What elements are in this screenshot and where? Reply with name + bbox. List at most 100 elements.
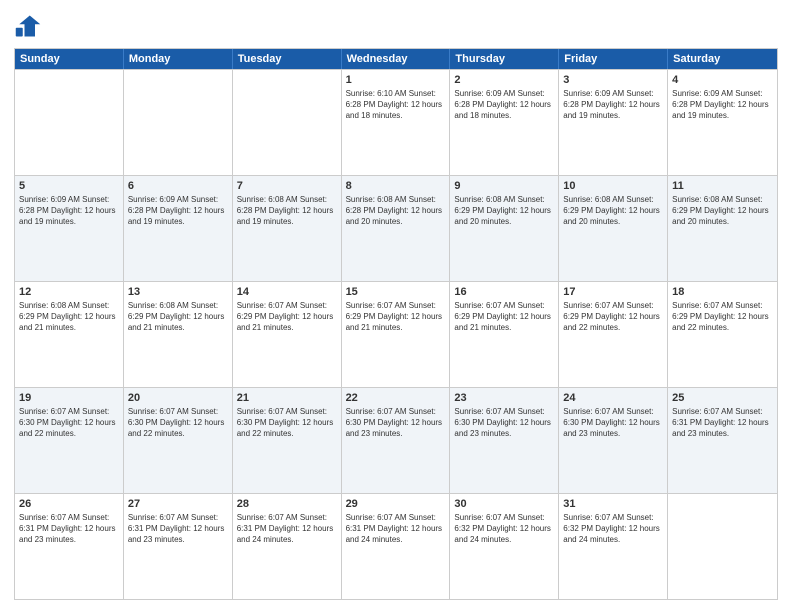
cell-date-number: 16 [454,285,554,299]
cell-date-number: 21 [237,391,337,405]
calendar-cell-12: 12 Sunrise: 6:08 AM Sunset: 6:29 PM Dayli… [15,282,124,387]
cell-date-number: 10 [563,179,663,193]
cell-date-number: 8 [346,179,446,193]
calendar-cell-23: 23 Sunrise: 6:07 AM Sunset: 6:30 PM Dayli… [450,388,559,493]
cell-info-text: Sunrise: 6:08 AM Sunset: 6:28 PM Dayligh… [237,195,337,227]
calendar: SundayMondayTuesdayWednesdayThursdayFrid… [14,48,778,600]
calendar-cell-4: 4 Sunrise: 6:09 AM Sunset: 6:28 PM Daylig… [668,70,777,175]
calendar-cell-6: 6 Sunrise: 6:09 AM Sunset: 6:28 PM Daylig… [124,176,233,281]
cell-info-text: Sunrise: 6:09 AM Sunset: 6:28 PM Dayligh… [672,89,773,121]
cell-info-text: Sunrise: 6:07 AM Sunset: 6:29 PM Dayligh… [454,301,554,333]
calendar-cell-25: 25Sunrise: 6:07 AM Sunset: 6:31 PM Dayli… [668,388,777,493]
day-header-tuesday: Tuesday [233,49,342,69]
day-header-friday: Friday [559,49,668,69]
cell-date-number: 25 [672,391,773,405]
cell-date-number: 5 [19,179,119,193]
cell-info-text: Sunrise: 6:07 AM Sunset: 6:29 PM Dayligh… [672,301,773,333]
cell-info-text: Sunrise: 6:09 AM Sunset: 6:28 PM Dayligh… [454,89,554,121]
calendar-cell-19: 19 Sunrise: 6:07 AM Sunset: 6:30 PM Dayli… [15,388,124,493]
cell-info-text: Sunrise: 6:07 AM Sunset: 6:30 PM Dayligh… [563,407,663,439]
cell-info-text: Sunrise: 6:08 AM Sunset: 6:29 PM Dayligh… [563,195,663,227]
calendar-cell-empty [233,70,342,175]
cell-date-number: 13 [128,285,228,299]
cell-info-text: Sunrise: 6:07 AM Sunset: 6:31 PM Dayligh… [346,513,446,545]
calendar-cell-24: 24 Sunrise: 6:07 AM Sunset: 6:30 PM Dayli… [559,388,668,493]
cell-date-number: 17 [563,285,663,299]
cell-date-number: 15 [346,285,446,299]
cell-info-text: Sunrise: 6:07 AM Sunset: 6:32 PM Dayligh… [454,513,554,545]
day-header-saturday: Saturday [668,49,777,69]
cell-info-text: Sunrise: 6:07 AM Sunset: 6:30 PM Dayligh… [237,407,337,439]
cell-info-text: Sunrise: 6:07 AM Sunset: 6:30 PM Dayligh… [346,407,446,439]
cell-date-number: 12 [19,285,119,299]
cell-date-number: 31 [563,497,663,511]
cell-info-text: Sunrise: 6:07 AM Sunset: 6:30 PM Dayligh… [128,407,228,439]
calendar-cell-20: 20 Sunrise: 6:07 AM Sunset: 6:30 PM Dayli… [124,388,233,493]
cell-info-text: Sunrise: 6:07 AM Sunset: 6:29 PM Dayligh… [237,301,337,333]
cell-date-number: 23 [454,391,554,405]
cell-info-text: Sunrise: 6:08 AM Sunset: 6:29 PM Dayligh… [19,301,119,333]
calendar-cell-1: 1Sunrise: 6:10 AM Sunset: 6:28 PM Daylig… [342,70,451,175]
calendar-cell-16: 16 Sunrise: 6:07 AM Sunset: 6:29 PM Dayli… [450,282,559,387]
cell-date-number: 7 [237,179,337,193]
cell-date-number: 18 [672,285,773,299]
calendar-cell-9: 9Sunrise: 6:08 AM Sunset: 6:29 PM Daylig… [450,176,559,281]
header [14,12,778,40]
cell-date-number: 28 [237,497,337,511]
calendar-row-3: 19 Sunrise: 6:07 AM Sunset: 6:30 PM Dayli… [15,387,777,493]
cell-info-text: Sunrise: 6:08 AM Sunset: 6:29 PM Dayligh… [128,301,228,333]
logo-icon [14,12,42,40]
cell-date-number: 11 [672,179,773,193]
day-header-wednesday: Wednesday [342,49,451,69]
calendar-cell-empty [15,70,124,175]
calendar-cell-15: 15 Sunrise: 6:07 AM Sunset: 6:29 PM Dayli… [342,282,451,387]
calendar-cell-13: 13 Sunrise: 6:08 AM Sunset: 6:29 PM Dayli… [124,282,233,387]
cell-date-number: 29 [346,497,446,511]
cell-info-text: Sunrise: 6:09 AM Sunset: 6:28 PM Dayligh… [128,195,228,227]
cell-info-text: Sunrise: 6:10 AM Sunset: 6:28 PM Dayligh… [346,89,446,121]
day-header-thursday: Thursday [450,49,559,69]
calendar-header: SundayMondayTuesdayWednesdayThursdayFrid… [15,49,777,69]
cell-date-number: 27 [128,497,228,511]
calendar-row-0: 1Sunrise: 6:10 AM Sunset: 6:28 PM Daylig… [15,69,777,175]
cell-info-text: Sunrise: 6:07 AM Sunset: 6:30 PM Dayligh… [19,407,119,439]
cell-date-number: 22 [346,391,446,405]
calendar-cell-31: 31 Sunrise: 6:07 AM Sunset: 6:32 PM Dayli… [559,494,668,599]
calendar-row-2: 12 Sunrise: 6:08 AM Sunset: 6:29 PM Dayli… [15,281,777,387]
calendar-cell-2: 2Sunrise: 6:09 AM Sunset: 6:28 PM Daylig… [450,70,559,175]
cell-info-text: Sunrise: 6:09 AM Sunset: 6:28 PM Dayligh… [563,89,663,121]
cell-date-number: 4 [672,73,773,87]
day-header-monday: Monday [124,49,233,69]
cell-info-text: Sunrise: 6:08 AM Sunset: 6:29 PM Dayligh… [672,195,773,227]
calendar-cell-11: 11 Sunrise: 6:08 AM Sunset: 6:29 PM Dayli… [668,176,777,281]
cell-date-number: 9 [454,179,554,193]
cell-info-text: Sunrise: 6:07 AM Sunset: 6:31 PM Dayligh… [237,513,337,545]
logo [14,12,46,40]
calendar-row-1: 5 Sunrise: 6:09 AM Sunset: 6:28 PM Daylig… [15,175,777,281]
calendar-cell-empty [668,494,777,599]
calendar-cell-3: 3 Sunrise: 6:09 AM Sunset: 6:28 PM Daylig… [559,70,668,175]
calendar-cell-28: 28 Sunrise: 6:07 AM Sunset: 6:31 PM Dayli… [233,494,342,599]
calendar-cell-22: 22 Sunrise: 6:07 AM Sunset: 6:30 PM Dayli… [342,388,451,493]
cell-info-text: Sunrise: 6:07 AM Sunset: 6:31 PM Dayligh… [128,513,228,545]
calendar-row-4: 26Sunrise: 6:07 AM Sunset: 6:31 PM Dayli… [15,493,777,599]
calendar-cell-18: 18 Sunrise: 6:07 AM Sunset: 6:29 PM Dayli… [668,282,777,387]
cell-info-text: Sunrise: 6:07 AM Sunset: 6:30 PM Dayligh… [454,407,554,439]
cell-date-number: 19 [19,391,119,405]
calendar-cell-17: 17 Sunrise: 6:07 AM Sunset: 6:29 PM Dayli… [559,282,668,387]
cell-info-text: Sunrise: 6:09 AM Sunset: 6:28 PM Dayligh… [19,195,119,227]
cell-info-text: Sunrise: 6:07 AM Sunset: 6:29 PM Dayligh… [346,301,446,333]
cell-info-text: Sunrise: 6:08 AM Sunset: 6:28 PM Dayligh… [346,195,446,227]
cell-date-number: 20 [128,391,228,405]
cell-date-number: 6 [128,179,228,193]
cell-date-number: 24 [563,391,663,405]
cell-info-text: Sunrise: 6:07 AM Sunset: 6:31 PM Dayligh… [19,513,119,545]
calendar-cell-21: 21 Sunrise: 6:07 AM Sunset: 6:30 PM Dayli… [233,388,342,493]
calendar-cell-14: 14Sunrise: 6:07 AM Sunset: 6:29 PM Dayli… [233,282,342,387]
calendar-cell-7: 7 Sunrise: 6:08 AM Sunset: 6:28 PM Daylig… [233,176,342,281]
cell-info-text: Sunrise: 6:07 AM Sunset: 6:29 PM Dayligh… [563,301,663,333]
cell-info-text: Sunrise: 6:07 AM Sunset: 6:32 PM Dayligh… [563,513,663,545]
calendar-cell-26: 26Sunrise: 6:07 AM Sunset: 6:31 PM Dayli… [15,494,124,599]
calendar-cell-5: 5 Sunrise: 6:09 AM Sunset: 6:28 PM Daylig… [15,176,124,281]
cell-date-number: 3 [563,73,663,87]
